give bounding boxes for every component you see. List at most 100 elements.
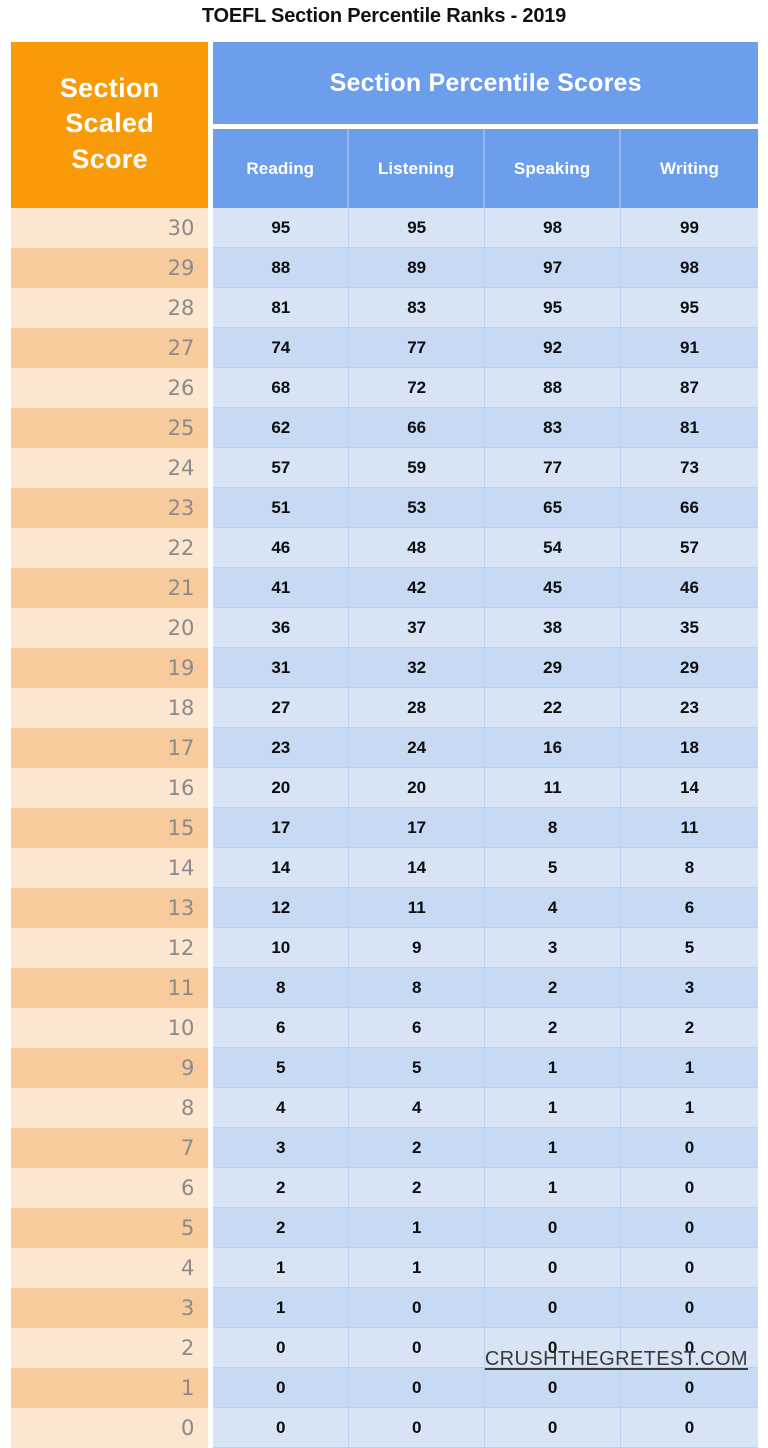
cell-writing-percentile: 1 [621, 1088, 758, 1128]
cell-speaking-percentile: 38 [485, 608, 622, 648]
cell-reading-percentile: 10 [213, 928, 350, 968]
cell-reading-percentile: 0 [213, 1408, 350, 1448]
header-speaking: Speaking [485, 129, 622, 208]
cell-listening-percentile: 2 [349, 1128, 486, 1168]
header-writing: Writing [621, 129, 758, 208]
cell-reading-percentile: 5 [213, 1048, 350, 1088]
cell-listening-percentile: 17 [349, 808, 486, 848]
cell-writing-percentile: 0 [621, 1288, 758, 1328]
cell-listening-percentile: 42 [349, 568, 486, 608]
cell-listening-percentile: 28 [349, 688, 486, 728]
cell-listening-percentile: 53 [349, 488, 486, 528]
cell-speaking-percentile: 95 [485, 288, 622, 328]
table-row: 12 10 9 3 5 [11, 928, 758, 968]
cell-reading-percentile: 31 [213, 648, 350, 688]
cell-writing-percentile: 3 [621, 968, 758, 1008]
header-section-percentile-scores: Section Percentile Scores [213, 42, 758, 129]
cell-speaking-percentile: 29 [485, 648, 622, 688]
cell-listening-percentile: 8 [349, 968, 486, 1008]
cell-reading-percentile: 20 [213, 768, 350, 808]
cell-speaking-percentile: 0 [485, 1248, 622, 1288]
table-body: 30 95 95 98 99 29 88 89 97 98 28 81 83 95 95 27 74 77 92 91… [11, 208, 758, 1448]
cell-reading-percentile: 74 [213, 328, 350, 368]
cell-scaled-score: 10 [11, 1008, 214, 1048]
cell-reading-percentile: 95 [213, 208, 350, 248]
cell-speaking-percentile: 45 [485, 568, 622, 608]
table-row: 26 68 72 88 87 [11, 368, 758, 408]
cell-scaled-score: 0 [11, 1408, 214, 1448]
cell-speaking-percentile: 1 [485, 1128, 622, 1168]
cell-reading-percentile: 4 [213, 1088, 350, 1128]
cell-listening-percentile: 83 [349, 288, 486, 328]
cell-listening-percentile: 1 [349, 1208, 486, 1248]
cell-scaled-score: 27 [11, 328, 214, 368]
cell-speaking-percentile: 83 [485, 408, 622, 448]
cell-reading-percentile: 23 [213, 728, 350, 768]
cell-writing-percentile: 99 [621, 208, 758, 248]
cell-listening-percentile: 59 [349, 448, 486, 488]
table-row: 21 41 42 45 46 [11, 568, 758, 608]
cell-writing-percentile: 23 [621, 688, 758, 728]
table-row: 95511 [11, 1048, 758, 1088]
cell-speaking-percentile: 4 [485, 888, 622, 928]
cell-writing-percentile: 14 [621, 768, 758, 808]
cell-reading-percentile: 68 [213, 368, 350, 408]
cell-listening-percentile: 11 [349, 888, 486, 928]
cell-writing-percentile: 0 [621, 1208, 758, 1248]
cell-reading-percentile: 3 [213, 1128, 350, 1168]
cell-listening-percentile: 37 [349, 608, 486, 648]
table-row: 73210 [11, 1128, 758, 1168]
cell-writing-percentile: 5 [621, 928, 758, 968]
cell-listening-percentile: 0 [349, 1368, 486, 1408]
table-row: 27 74 77 92 91 [11, 328, 758, 368]
cell-listening-percentile: 5 [349, 1048, 486, 1088]
cell-writing-percentile: 2 [621, 1008, 758, 1048]
cell-writing-percentile: 91 [621, 328, 758, 368]
cell-writing-percentile: 6 [621, 888, 758, 928]
cell-speaking-percentile: 0 [485, 1288, 622, 1328]
cell-listening-percentile: 4 [349, 1088, 486, 1128]
cell-reading-percentile: 1 [213, 1288, 350, 1328]
cell-reading-percentile: 14 [213, 848, 350, 888]
cell-speaking-percentile: 0 [485, 1408, 622, 1448]
cell-speaking-percentile: 2 [485, 1008, 622, 1048]
cell-listening-percentile: 0 [349, 1288, 486, 1328]
cell-scaled-score: 3 [11, 1288, 214, 1328]
cell-scaled-score: 1 [11, 1368, 214, 1408]
toefl-percentile-table: Section Scaled Score Section Percentile … [11, 42, 758, 1448]
cell-reading-percentile: 46 [213, 528, 350, 568]
cell-scaled-score: 22 [11, 528, 214, 568]
cell-scaled-score: 28 [11, 288, 214, 328]
cell-scaled-score: 29 [11, 248, 214, 288]
cell-writing-percentile: 29 [621, 648, 758, 688]
cell-scaled-score: 18 [11, 688, 214, 728]
cell-speaking-percentile: 5 [485, 848, 622, 888]
cell-writing-percentile: 0 [621, 1408, 758, 1448]
cell-speaking-percentile: 16 [485, 728, 622, 768]
table-row: 28 81 83 95 95 [11, 288, 758, 328]
cell-speaking-percentile: 22 [485, 688, 622, 728]
table-row: 14 14 14 5 8 [11, 848, 758, 888]
watermark-link[interactable]: CRUSHTHEGRETEST.COM [485, 1348, 748, 1370]
cell-writing-percentile: 57 [621, 528, 758, 568]
cell-writing-percentile: 18 [621, 728, 758, 768]
cell-speaking-percentile: 8 [485, 808, 622, 848]
cell-scaled-score: 4 [11, 1248, 214, 1288]
cell-speaking-percentile: 92 [485, 328, 622, 368]
cell-writing-percentile: 95 [621, 288, 758, 328]
footer: CRUSHTHEGRETEST.COM [0, 1348, 758, 1371]
page-root: TOEFL Section Percentile Ranks - 2019 Se… [0, 0, 768, 1448]
cell-writing-percentile: 0 [621, 1168, 758, 1208]
cell-listening-percentile: 9 [349, 928, 486, 968]
page-title: TOEFL Section Percentile Ranks - 2019 [201, 5, 567, 27]
cell-writing-percentile: 0 [621, 1248, 758, 1288]
cell-scaled-score: 20 [11, 608, 214, 648]
table-row: 30 95 95 98 99 [11, 208, 758, 248]
cell-listening-percentile: 72 [349, 368, 486, 408]
cell-writing-percentile: 87 [621, 368, 758, 408]
cell-reading-percentile: 57 [213, 448, 350, 488]
cell-reading-percentile: 41 [213, 568, 350, 608]
cell-speaking-percentile: 97 [485, 248, 622, 288]
cell-scaled-score: 9 [11, 1048, 214, 1088]
cell-listening-percentile: 77 [349, 328, 486, 368]
